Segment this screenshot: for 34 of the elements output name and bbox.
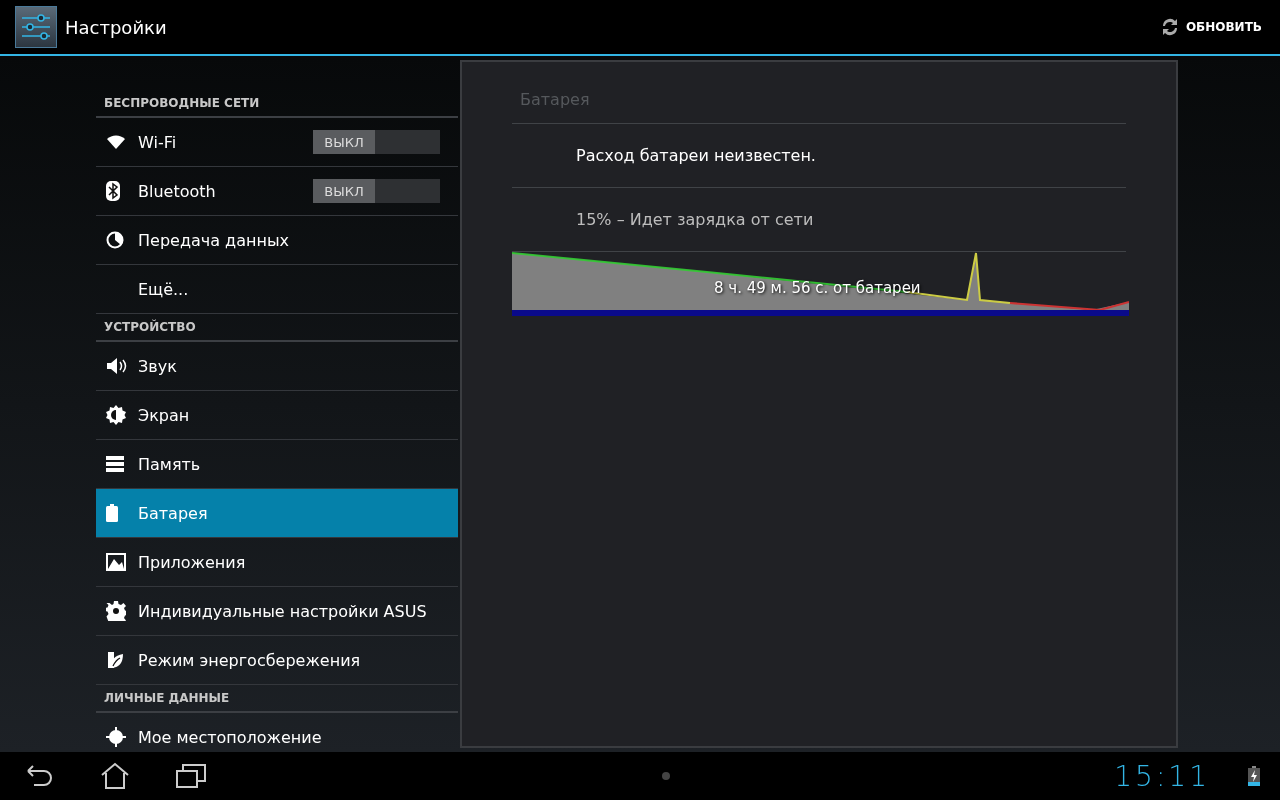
item-label: Звук [138,356,178,376]
toggle-switch[interactable]: ВЫКЛ [313,179,440,203]
item-label: Батарея [138,503,209,523]
switch-thumb: ВЫКЛ [313,130,375,154]
refresh-button[interactable]: ОБНОВИТЬ [1152,10,1268,44]
item-label: Экран [138,405,191,425]
settings-item[interactable]: Передача данных [96,216,458,265]
toggle-switch[interactable]: ВЫКЛ [313,130,440,154]
settings-item[interactable]: Индивидуальные настройки ASUS [96,587,458,636]
charge-status: 15% – Идет зарядка от сети [512,188,1126,252]
item-label: Wi-Fi [138,132,178,152]
item-label: Режим энергосбережения [138,650,362,670]
item-label: Память [138,454,202,474]
section-header: УСТРОЙСТВО [96,314,458,342]
usage-note: Расход батареи неизвестен. [512,124,1126,188]
switch-thumb: ВЫКЛ [313,179,375,203]
item-label: Bluetooth [138,181,217,201]
settings-item[interactable]: Приложения [96,538,458,587]
item-label: Индивидуальные настройки ASUS [138,601,428,621]
settings-item[interactable]: Режим энергосбережения [96,636,458,685]
clock: 15:11 [1114,759,1210,793]
app-title: Настройки [65,16,168,38]
settings-item[interactable]: Ещё... [96,265,458,314]
settings-item[interactable]: Звук [96,342,458,391]
item-label: Ещё... [138,279,190,299]
item-label: Передача данных [138,230,290,250]
settings-item[interactable]: Батарея [96,489,458,538]
section-header: БЕСПРОВОДНЫЕ СЕТИ [96,90,458,118]
section-header: ЛИЧНЫЕ ДАННЫЕ [96,685,458,713]
item-label: Мое местоположение [138,727,323,747]
settings-item[interactable]: Экран [96,391,458,440]
item-label: Приложения [138,552,247,572]
settings-item[interactable]: Wi-Fi ВЫКЛ [96,118,458,167]
settings-item[interactable]: Bluetooth ВЫКЛ [96,167,458,216]
